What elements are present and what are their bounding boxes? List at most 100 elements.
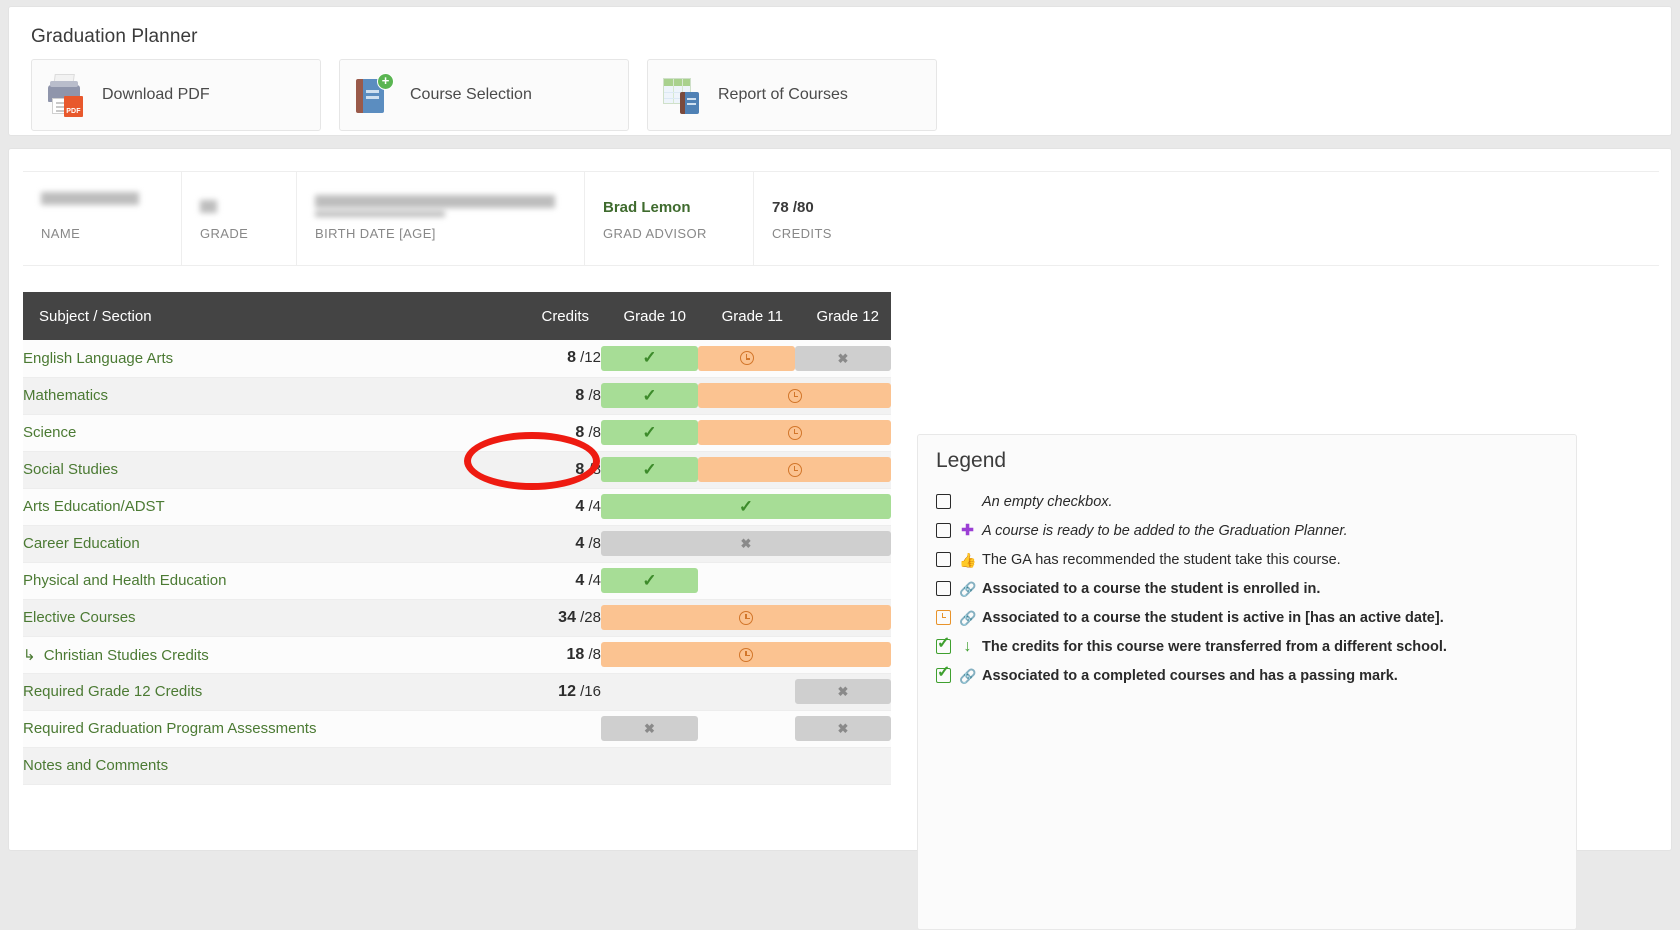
status-bar-gray	[795, 679, 891, 704]
row-subject[interactable]: Social Studies	[23, 451, 451, 489]
book-plus-icon: +	[352, 72, 396, 118]
legend-item-text: Associated to a completed courses and ha…	[982, 667, 1398, 684]
course-selection-button[interactable]: + Course Selection	[339, 59, 629, 131]
table-row[interactable]: Notes and Comments	[23, 747, 891, 785]
x-icon	[644, 720, 655, 737]
row-cell-grade-12[interactable]	[795, 710, 891, 748]
row-subject[interactable]: ↳ Christian Studies Credits	[23, 636, 451, 674]
student-name-value	[41, 191, 163, 219]
row-cell-grade-10-12[interactable]	[601, 525, 891, 563]
table-row[interactable]: Mathematics 8 /8	[23, 377, 891, 415]
legend-item-text: Associated to a course the student is ac…	[982, 609, 1444, 626]
column-header-subject[interactable]: Subject / Section	[23, 292, 451, 340]
table-row[interactable]: ↳ Christian Studies Credits 18 /8	[23, 636, 891, 674]
row-credits: 8 /8	[451, 377, 601, 415]
student-field-grad-advisor: Brad Lemon GRAD ADVISOR	[585, 172, 754, 265]
row-subject[interactable]: Notes and Comments	[23, 747, 451, 785]
row-cell-grade-10-12[interactable]	[601, 488, 891, 526]
row-subject[interactable]: Physical and Health Education	[23, 562, 451, 600]
credits-label: CREDITS	[772, 225, 832, 241]
sub-item-arrow-icon: ↳	[23, 646, 36, 664]
row-cell-grade-12	[795, 747, 891, 785]
row-credits: 8 /8	[451, 414, 601, 452]
table-row[interactable]: Required Grade 12 Credits 12 /16	[23, 673, 891, 711]
redacted-grade	[200, 199, 217, 216]
row-cell-grade-10[interactable]	[601, 710, 698, 748]
student-birthdate-value	[315, 195, 566, 219]
header-card: Graduation Planner PDF Download PDF + Co…	[8, 6, 1672, 136]
row-subject[interactable]: Career Education	[23, 525, 451, 563]
table-body: English Language Arts8 /12Mathematics8 /…	[23, 340, 891, 785]
report-of-courses-button[interactable]: Report of Courses	[647, 59, 937, 131]
row-cell-grade-10[interactable]	[601, 377, 698, 415]
graduation-requirements-table: Subject / Section Credits Grade 10 Grade…	[23, 292, 891, 785]
x-icon	[838, 683, 849, 700]
table-row[interactable]: Elective Courses 34 /28	[23, 599, 891, 637]
table-row[interactable]: Required Graduation Program Assessments	[23, 710, 891, 748]
row-subject[interactable]: Elective Courses	[23, 599, 451, 637]
row-subject[interactable]: Arts Education/ADST	[23, 488, 451, 526]
status-bar-orange	[698, 457, 891, 482]
student-info-strip: NAME GRADE BIRTH DATE [AGE] Brad Lemon G…	[23, 171, 1659, 266]
clock-icon	[739, 610, 753, 625]
student-field-birthdate: BIRTH DATE [AGE]	[297, 172, 585, 265]
row-cell-grade-11-12[interactable]	[698, 377, 891, 415]
action-button-row: PDF Download PDF + Course Selection Repo…	[31, 59, 937, 131]
legend-item: ✚ A course is ready to be added to the Gr…	[936, 516, 1562, 545]
x-icon	[838, 350, 849, 367]
row-subject[interactable]: Mathematics	[23, 377, 451, 415]
table-row[interactable]: Science 8 /8	[23, 414, 891, 452]
row-cell-grade-10[interactable]	[601, 414, 698, 452]
legend-item-text: Associated to a course the student is en…	[982, 580, 1321, 597]
legend-item: 🔗 Associated to a completed courses and h…	[936, 661, 1562, 690]
legend-item: 🔗 Associated to a course the student is e…	[936, 574, 1562, 603]
column-header-grade-10[interactable]: Grade 10	[601, 292, 698, 340]
row-subject[interactable]: English Language Arts	[23, 340, 451, 378]
download-pdf-button[interactable]: PDF Download PDF	[31, 59, 321, 131]
row-cell-grade-11-12[interactable]	[698, 414, 891, 452]
row-subject[interactable]: Required Grade 12 Credits	[23, 673, 451, 711]
x-icon	[838, 720, 849, 737]
status-bar-gray	[601, 531, 891, 556]
table-row[interactable]: English Language Arts 8 /12	[23, 340, 891, 378]
legend-title: Legend	[936, 449, 1007, 472]
download-pdf-label: Download PDF	[102, 86, 210, 103]
row-cell-grade-12	[795, 562, 891, 600]
row-cell-grade-10[interactable]	[601, 340, 698, 378]
row-cell-grade-12[interactable]	[795, 673, 891, 711]
row-cell-grade-11[interactable]	[698, 340, 795, 378]
legend-list: An empty checkbox. ✚ A course is ready to …	[936, 487, 1562, 690]
legend-item-text: A course is ready to be added to the Gra…	[982, 522, 1348, 539]
column-header-grade-12[interactable]: Grade 12	[795, 292, 891, 340]
table-row[interactable]: Arts Education/ADST 4 /4	[23, 488, 891, 526]
empty-checkbox-icon	[936, 523, 951, 538]
empty-checkbox-icon	[936, 552, 951, 567]
checked-checkbox-icon	[936, 634, 951, 654]
column-header-credits[interactable]: Credits	[451, 292, 601, 340]
report-of-courses-label: Report of Courses	[718, 86, 848, 103]
row-subject[interactable]: Science	[23, 414, 451, 452]
student-field-credits: 78 /80 CREDITS	[754, 172, 874, 265]
clock-icon	[787, 462, 802, 477]
row-cell-grade-11	[698, 562, 795, 600]
empty-checkbox-icon	[936, 494, 951, 509]
row-cell-grade-12[interactable]	[795, 340, 891, 378]
row-cell-grade-10-12[interactable]	[601, 636, 891, 674]
credits-value: 78 /80	[772, 199, 814, 216]
course-selection-label: Course Selection	[410, 86, 532, 103]
row-subject[interactable]: Required Graduation Program Assessments	[23, 710, 451, 748]
table-row[interactable]: Social Studies 8 /8	[23, 451, 891, 489]
status-bar-green	[601, 457, 698, 482]
row-cell-grade-11-12[interactable]	[698, 451, 891, 489]
row-cell-grade-10[interactable]	[601, 562, 698, 600]
status-bar-green	[601, 420, 698, 445]
table-row[interactable]: Career Education 4 /8	[23, 525, 891, 563]
row-credits: 8 /12	[451, 340, 601, 378]
check-icon	[642, 460, 656, 480]
row-cell-grade-10[interactable]	[601, 451, 698, 489]
row-cell-grade-10-12[interactable]	[601, 599, 891, 637]
column-header-grade-11[interactable]: Grade 11	[698, 292, 795, 340]
orange-clock-checkbox-icon	[936, 610, 951, 625]
table-row[interactable]: Physical and Health Education 4 /4	[23, 562, 891, 600]
status-bar-orange	[698, 420, 891, 445]
